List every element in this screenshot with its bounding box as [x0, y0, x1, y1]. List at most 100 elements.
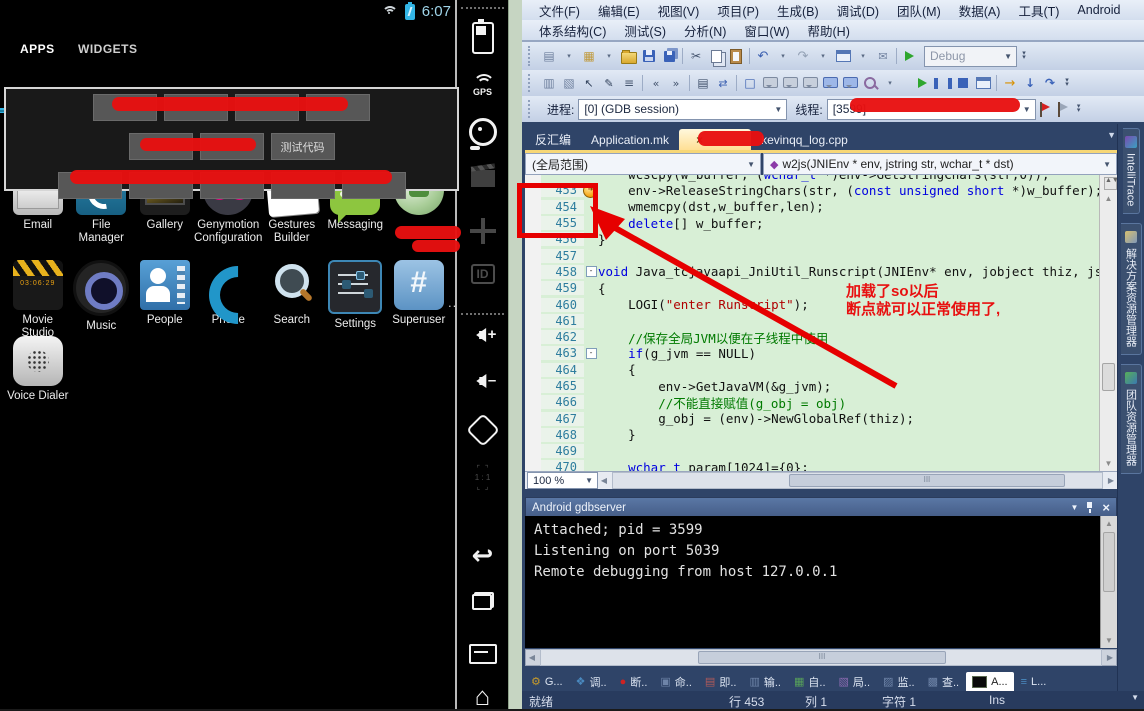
dialog-button-redacted[interactable] — [200, 133, 264, 160]
thread-combo[interactable]: [3599]▼ — [827, 99, 1036, 120]
scroll-left-icon[interactable]: ◀ — [598, 476, 610, 485]
app-phone[interactable]: Phone — [197, 260, 261, 340]
menu-item[interactable]: 数据(A) — [950, 1, 1010, 20]
autohide-tab-team-explorer[interactable]: 团队资源管理器 — [1121, 364, 1142, 474]
tool-window-tab-breakpoints[interactable]: ●断.. — [614, 672, 654, 692]
save-icon[interactable] — [640, 47, 658, 65]
scope-combo[interactable]: (全局范围)▼ — [525, 153, 761, 175]
dialog-button-redacted[interactable] — [271, 172, 335, 199]
code-editor[interactable]: wcscpy(w_buffer, (wchar_t *)env->GetStri… — [525, 175, 1117, 471]
scroll-up-icon[interactable]: ▲ — [1101, 516, 1117, 531]
tool-window-tab-command-window[interactable]: ▣命.. — [654, 672, 698, 692]
dialog-button-redacted[interactable] — [58, 172, 122, 199]
scrollbar-thumb[interactable] — [1102, 363, 1115, 391]
scrollbar-thumb[interactable]: III — [789, 474, 1065, 487]
menu-item[interactable]: 文件(F) — [530, 1, 589, 20]
new-project-icon[interactable]: ▤ — [540, 47, 558, 65]
toolbar-grip[interactable] — [528, 100, 535, 118]
add-method-icon[interactable]: ▧ — [560, 74, 578, 92]
dialog-button-redacted[interactable] — [342, 172, 406, 199]
stop-icon[interactable] — [954, 74, 972, 92]
pause-icon[interactable] — [934, 74, 952, 92]
android-screen[interactable]: 6:07 APPS WIDGETS 测试代码 EmailFile Manager… — [0, 0, 457, 709]
tool-window-tab-immediate-window[interactable]: ▤即.. — [699, 672, 743, 692]
rename-icon[interactable]: ✎ — [600, 74, 618, 92]
indent-increase-icon[interactable]: » — [667, 74, 685, 92]
comment-bubble3-icon[interactable] — [801, 74, 819, 92]
list-icon[interactable]: ▤ — [694, 74, 712, 92]
gps-icon[interactable]: GPS — [470, 74, 496, 100]
bookmark-prev-icon[interactable] — [821, 74, 839, 92]
tool-window-tab-output[interactable]: ▥输.. — [743, 672, 787, 692]
tab-apps[interactable]: APPS — [20, 42, 55, 56]
app-people[interactable]: People — [133, 260, 197, 340]
breakpoint-margin[interactable] — [525, 175, 541, 471]
solution-configurations-combo[interactable]: Debug▼ — [924, 46, 1017, 67]
window-position-icon[interactable]: ▼ — [1070, 503, 1078, 512]
scroll-right-icon[interactable]: ▶ — [1104, 653, 1116, 662]
editor-vertical-scrollbar[interactable]: ▲▼ ▲ ▼ — [1099, 175, 1117, 471]
comment-bubble-icon[interactable] — [761, 74, 779, 92]
navigate-window-icon[interactable] — [834, 47, 852, 65]
start-debug-icon[interactable] — [901, 47, 919, 65]
redo-icon[interactable]: ↷ — [794, 47, 812, 65]
battery-icon[interactable] — [472, 22, 494, 54]
step-over-icon[interactable]: ↷ — [1041, 74, 1059, 92]
paste-icon[interactable] — [727, 47, 745, 65]
add-item-icon[interactable]: ▦ — [580, 47, 598, 65]
scroll-down-icon[interactable]: ▼ — [1100, 456, 1117, 471]
properties-window-icon[interactable]: ▥ — [540, 74, 558, 92]
indent-decrease-icon[interactable]: « — [647, 74, 665, 92]
pin-icon[interactable] — [1086, 502, 1094, 513]
tool-window-tab-gdb[interactable]: ⚙G... — [525, 672, 569, 692]
scroll-down-icon[interactable]: ▼ — [1101, 633, 1117, 648]
find-symbol-icon[interactable] — [861, 74, 879, 92]
tab-list-chevron-icon[interactable]: ▼ — [1107, 130, 1116, 140]
open-file-icon[interactable] — [620, 47, 638, 65]
flag-threads-icon[interactable] — [1039, 102, 1051, 117]
toolbar-overflow-icon[interactable]: ▾ ▾ — [1019, 52, 1029, 60]
close-icon[interactable]: × — [696, 133, 703, 147]
continue-icon[interactable] — [914, 74, 932, 92]
menu-item[interactable]: 编辑(E) — [589, 1, 649, 20]
menu-item[interactable]: 团队(M) — [888, 1, 950, 20]
collapse-toggle-icon[interactable]: - — [586, 348, 597, 359]
dialog-button-test-code[interactable]: 测试代码 — [271, 133, 335, 160]
scrollbar-thumb[interactable] — [1103, 532, 1115, 592]
volume-down-icon[interactable]: – — [469, 372, 496, 389]
zoom-combo[interactable]: 100 %▼ — [527, 472, 598, 489]
step-into-icon[interactable]: ↓ — [1021, 74, 1039, 92]
caret-icon[interactable]: ▾ — [774, 47, 792, 65]
toolbar-grip[interactable] — [528, 74, 535, 92]
tool-window-tab-debug-output[interactable]: ❖调.. — [570, 672, 613, 692]
current-statement-breakpoint-icon[interactable]: ➜ — [583, 183, 598, 198]
document-tab-反汇编[interactable]: 反汇编 — [525, 129, 581, 150]
console-vertical-scrollbar[interactable]: ▲ ▼ — [1100, 516, 1117, 648]
recent-apps-icon[interactable] — [472, 592, 494, 610]
console-horizontal-scrollbar[interactable]: ◀ III ▶ — [525, 649, 1117, 666]
caret-icon[interactable]: ▾ — [600, 47, 618, 65]
dialog-button-redacted[interactable] — [200, 172, 264, 199]
dialog-button-redacted[interactable] — [93, 94, 157, 121]
dialog-button-redacted[interactable] — [129, 172, 193, 199]
autohide-tab-intellitrace[interactable]: IntelliTrace — [1123, 128, 1140, 214]
tool-window-tab-android-gdbserver[interactable]: A... — [966, 672, 1014, 692]
back-icon[interactable]: ↩ — [472, 540, 494, 571]
menu-item[interactable]: 工具(T) — [1009, 1, 1068, 20]
app-music[interactable]: Music — [70, 260, 134, 340]
save-all-icon[interactable] — [660, 47, 678, 65]
toolbar-grip[interactable] — [528, 46, 535, 66]
comment-bubble2-icon[interactable] — [781, 74, 799, 92]
splitter-handle[interactable]: ▲▼ — [1104, 177, 1117, 190]
bookmark-next-icon[interactable] — [841, 74, 859, 92]
dialog-button-redacted[interactable] — [129, 133, 193, 160]
menu-item[interactable]: 窗口(W) — [735, 21, 798, 40]
editor-horizontal-scrollbar[interactable]: III — [612, 472, 1103, 489]
app-settings[interactable]: Settings — [324, 260, 388, 340]
rotate-screen-icon[interactable] — [471, 418, 495, 442]
app-movie-studio[interactable]: Movie Studio — [6, 260, 70, 340]
collapse-toggle-icon[interactable]: - — [586, 266, 597, 277]
caret-icon[interactable]: ▾ — [854, 47, 872, 65]
dialog-button-redacted[interactable] — [306, 94, 370, 121]
format-doc-icon[interactable]: ≡ — [620, 74, 638, 92]
